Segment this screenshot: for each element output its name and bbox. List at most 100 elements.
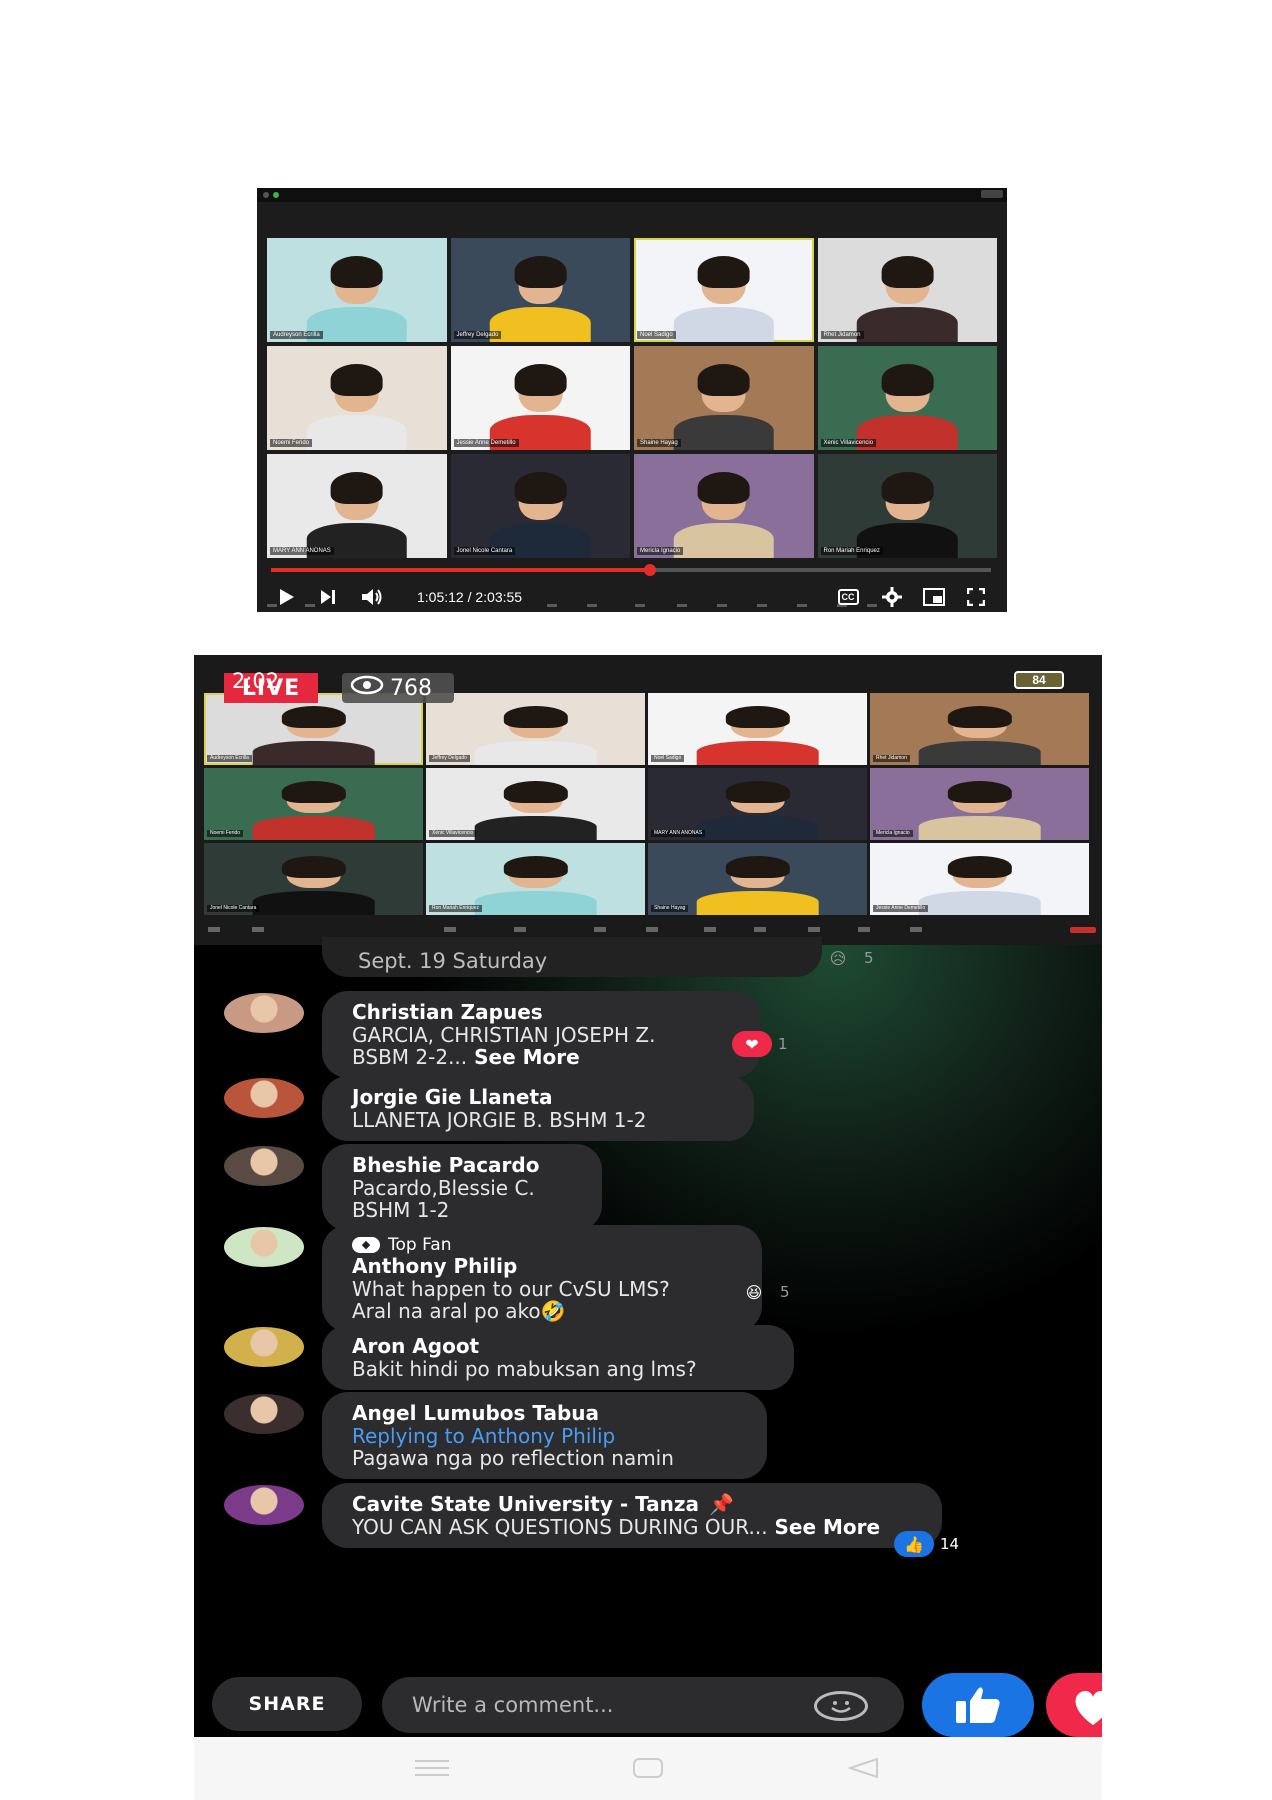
participant-name-label: Xenic Villavicencio xyxy=(429,830,477,837)
participant-video xyxy=(474,855,597,915)
commenter-name[interactable]: Jorgie Gie Llaneta xyxy=(352,1086,722,1109)
back-nav-icon[interactable] xyxy=(844,1755,884,1781)
comment-bubble[interactable]: Christian Zapues GARCIA, CHRISTIAN JOSEPH… xyxy=(322,991,760,1078)
participant-video xyxy=(474,705,597,765)
comment-bubble[interactable]: ◆ Top Fan Anthony Philip What happen to our… xyxy=(322,1225,762,1332)
seek-bar-played xyxy=(271,568,650,572)
see-more-link[interactable]: See More xyxy=(768,1515,881,1539)
commenter-avatar[interactable] xyxy=(224,993,304,1033)
date-group-reaction[interactable]: 😥 5 xyxy=(818,945,874,971)
commenter-avatar[interactable] xyxy=(224,1227,304,1267)
miniplayer-icon[interactable] xyxy=(923,586,945,608)
participant-tile: Audreyson Ecrilla xyxy=(204,693,423,765)
commenter-avatar[interactable] xyxy=(224,1327,304,1367)
participant-name-label: Jonel Nicole Cantara xyxy=(453,547,516,555)
participant-video xyxy=(696,705,819,765)
participant-name-label: Jessie Anne Demetillo xyxy=(453,439,519,447)
comment-reaction[interactable]: 😆 5 xyxy=(734,1279,790,1305)
participant-name-label: Jeffrey Delgado xyxy=(429,755,470,762)
commenter-name[interactable]: Angel Lumubos Tabua xyxy=(352,1402,735,1425)
participant-video xyxy=(489,471,591,558)
participant-name-label: Noel Sadigo xyxy=(651,755,685,762)
commenter-avatar[interactable] xyxy=(224,1078,304,1118)
commenter-avatar[interactable] xyxy=(224,1394,304,1434)
participant-tile: Jonel Nicole Cantara xyxy=(450,454,630,558)
volume-icon[interactable] xyxy=(361,586,383,608)
seek-bar[interactable] xyxy=(271,564,991,576)
reply-to-link[interactable]: Replying to Anthony Philip xyxy=(352,1425,735,1447)
next-icon[interactable] xyxy=(317,586,339,608)
commenter-avatar[interactable] xyxy=(224,1146,304,1186)
comment-text: LLANETA JORGIE B. BSHM 1-2 xyxy=(352,1108,647,1132)
comment-bubble[interactable]: Cavite State University - Tanza 📌 YOU CAN … xyxy=(322,1483,942,1548)
participant-name-label: Noemi Ferido xyxy=(207,830,244,837)
see-more-link[interactable]: See More xyxy=(467,1045,580,1069)
commenter-name[interactable]: Anthony Philip xyxy=(352,1255,730,1278)
participant-tile: Jessie Anne Demetillo xyxy=(870,843,1089,915)
participant-video xyxy=(252,855,375,915)
comment-text: YOU CAN ASK QUESTIONS DURING OUR... See … xyxy=(352,1515,881,1539)
participant-gallery: Audreyson Ecrilla Jeffrey Delgado Noel Sad… xyxy=(267,238,997,558)
zoom-title-bar xyxy=(257,188,1007,202)
thumbs-up-icon xyxy=(956,1687,1000,1723)
bottom-action-bar: SHARE Write a comment... xyxy=(194,1665,1102,1737)
participant-tile: Noel Sadigo xyxy=(648,693,867,765)
comment-text: BSBM 2-2... See More xyxy=(352,1045,580,1069)
participant-video xyxy=(673,255,775,342)
participant-video xyxy=(673,363,775,450)
sad-reaction-icon: 😥 xyxy=(829,948,847,968)
participant-video xyxy=(673,471,775,558)
participant-name-label: MARY ANN ANONAS xyxy=(270,547,334,555)
participant-video xyxy=(696,855,819,915)
comment-text: Bakit hindi po mabuksan ang lms? xyxy=(352,1357,697,1381)
participant-video xyxy=(856,363,958,450)
participant-video xyxy=(856,471,958,558)
participant-video xyxy=(918,705,1041,765)
seek-bar-handle[interactable] xyxy=(643,564,656,576)
participant-video xyxy=(306,255,408,342)
participant-tile: Mericla Ignacio xyxy=(634,454,814,558)
participant-tile: Rhet Jidamon xyxy=(817,238,997,342)
participant-name-label: Shaine Hayag xyxy=(637,439,681,447)
participant-name-label: Noemi Ferido xyxy=(270,439,313,447)
participant-tile: Ron Mariah Enriquez xyxy=(817,454,997,558)
participant-name-label: Jonel Nicole Cantara xyxy=(207,905,260,912)
participant-tile: Jeffrey Delgado xyxy=(450,238,630,342)
participant-gallery-live: Audreyson Ecrilla Jeffrey Delgado Noel Sad… xyxy=(204,693,1089,915)
comment-text: Pagawa nga po reflection namin xyxy=(352,1446,674,1470)
comment-list[interactable]: Sept. 19 Saturday 😥 5 Christian Zapues GA… xyxy=(194,937,1102,1655)
participant-tile: MARY ANN ANONAS xyxy=(267,454,447,558)
participant-name-label: Audreyson Ecrilla xyxy=(270,331,323,339)
share-button[interactable]: SHARE xyxy=(212,1677,362,1731)
participant-name-label: Ron Mariah Enriquez xyxy=(820,547,883,555)
emoji-icon[interactable] xyxy=(814,1691,868,1721)
fullscreen-icon[interactable] xyxy=(965,586,987,608)
comment-bubble[interactable]: Jorgie Gie Llaneta LLANETA JORGIE B. BSHM… xyxy=(322,1076,754,1141)
participant-tile: MARY ANN ANONAS xyxy=(648,768,867,840)
live-video-stream[interactable]: Audreyson Ecrilla Jeffrey Delgado Noel Sad… xyxy=(194,655,1102,945)
play-icon[interactable] xyxy=(275,586,297,608)
commenter-name[interactable]: Aron Agoot xyxy=(352,1335,762,1358)
commenter-name[interactable]: Christian Zapues xyxy=(352,1001,728,1024)
commenter-name[interactable]: Bheshie Pacardo xyxy=(352,1154,570,1177)
participant-tile: Xenic Villavicencio xyxy=(426,768,645,840)
comment-reaction[interactable]: ❤ 1 xyxy=(732,1031,788,1057)
video-player[interactable]: Audreyson Ecrilla Jeffrey Delgado Noel Sad… xyxy=(257,188,1007,612)
comment-bubble[interactable]: Angel Lumubos Tabua Replying to Anthony P… xyxy=(322,1392,767,1479)
comment-reaction[interactable]: 👍 14 xyxy=(894,1531,959,1557)
status-bar-time: 2:02 xyxy=(232,669,280,693)
captions-icon[interactable]: CC xyxy=(837,586,859,608)
participant-video xyxy=(306,471,408,558)
love-reaction-button[interactable] xyxy=(1046,1673,1102,1737)
menu-nav-icon[interactable] xyxy=(412,1755,452,1781)
comment-bubble[interactable]: Bheshie Pacardo Pacardo,Blessie C. BSHM 1-… xyxy=(322,1144,602,1231)
like-button[interactable] xyxy=(922,1673,1034,1737)
comment-bubble[interactable]: Aron Agoot Bakit hindi po mabuksan ang lm… xyxy=(322,1325,794,1390)
comment-text: BSHM 1-2 xyxy=(352,1198,450,1222)
facebook-live-screen: Audreyson Ecrilla Jeffrey Delgado Noel Sad… xyxy=(194,655,1102,1737)
settings-gear-icon[interactable] xyxy=(881,586,903,608)
commenter-avatar[interactable] xyxy=(224,1485,304,1525)
commenter-name[interactable]: Cavite State University - Tanza 📌 xyxy=(352,1493,910,1516)
home-nav-icon[interactable] xyxy=(628,1755,668,1781)
battery-indicator: 84 xyxy=(1014,671,1064,689)
